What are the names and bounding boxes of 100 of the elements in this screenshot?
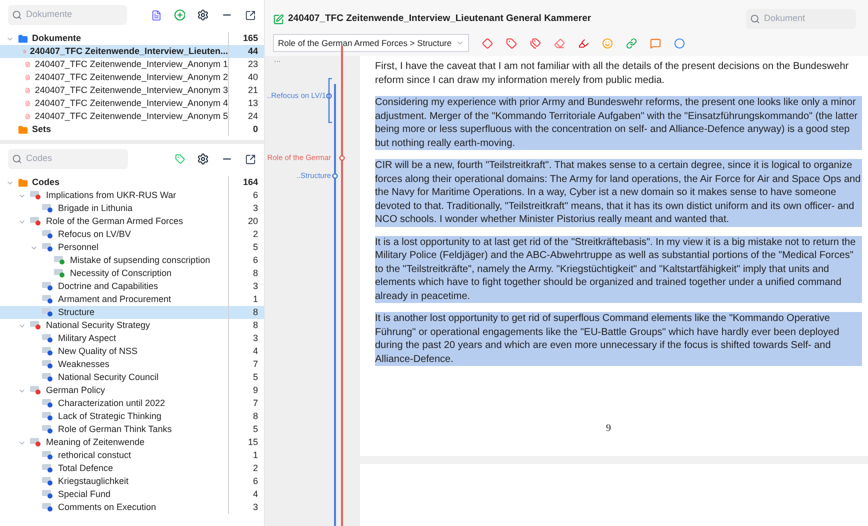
search-input[interactable]: Dokumente	[26, 8, 121, 22]
tree-row[interactable]: Comments on Execution 3	[0, 501, 264, 514]
paragraph: First, I have the caveat that I am not familiar with all the details of the present decisions on the Bundeswehr reform since I can draw my information merely from public media.	[375, 60, 850, 87]
row-count: 2	[228, 462, 264, 476]
row-label: Lack of Strategic Thinking	[58, 410, 162, 423]
tree-row[interactable]: Role of German Think Tanks 5	[0, 423, 264, 436]
tree-row[interactable]: Role of the German Armed Forces 20	[0, 215, 264, 228]
row-count: 5	[228, 422, 264, 436]
tree-row[interactable]: Implications from UKR-RUS War 6	[0, 189, 264, 202]
row-count: 3	[228, 202, 264, 216]
tree-row[interactable]: Special Fund 4	[0, 488, 264, 501]
row-count: 9	[228, 384, 264, 398]
row-count: 21	[228, 84, 264, 98]
row-count: 8	[228, 410, 264, 424]
tree-row[interactable]: 240407_TFC Zeitenwende_Interview_Lieuten... 44	[0, 45, 264, 58]
row-label: Sets	[32, 122, 52, 136]
tree-row[interactable]: Sets 0	[0, 123, 264, 136]
paragraph: It is a lost opportunity to at last get rid of the "Streitkräftebasis". In my view it is a big mistake not to return the Military Police (Feldjäger) and the ABC-Abwehrtruppe as well as substantial portions of the "Medical Forces" to the "Teilstreitkräfte", namely the Army. "Kriegstüchtigkeit" and "Kaltstartfähigkeit" imply that units and elements which have to fight together should be organized and trained together under a unified command already in peacetime.	[375, 236, 862, 303]
row-label: Refocus on LV/BV	[58, 228, 131, 241]
code-selector[interactable]: Role of the German Armed Forces > Structure	[273, 34, 469, 52]
tree-row[interactable]: 240407_TFC Zeitenwende_Interview_Anonym 5 24	[0, 110, 264, 123]
row-label: Characterization until 2022	[58, 396, 166, 410]
row-label: National Security Council	[58, 370, 159, 384]
tree-row[interactable]: National Security Council 5	[0, 371, 264, 384]
tree-row[interactable]: German Policy 9	[0, 384, 264, 397]
tree-row[interactable]: 240407_TFC Zeitenwende_Interview_Anonym 1 23	[0, 58, 264, 71]
row-label: Personnel	[58, 240, 99, 254]
tree-row[interactable]: Codes 164	[0, 176, 264, 189]
row-label: Comments on Execution	[58, 500, 156, 514]
tree-row[interactable]: Necessity of Conscription 8	[0, 267, 264, 280]
search-field[interactable]: Codes	[8, 149, 128, 169]
row-label: Special Fund	[58, 488, 111, 501]
row-count: 6	[228, 254, 264, 268]
search-field[interactable]: Dokumente	[8, 5, 127, 25]
row-label: National Security Strategy	[46, 318, 150, 332]
row-label: 240407_TFC Zeitenwende_Interview_Anonym 1	[34, 58, 228, 71]
row-label: 240407_TFC Zeitenwende_Interview_Anonym 3	[34, 84, 228, 97]
row-label: Role of the German Armed Forces	[46, 214, 184, 228]
tree-row[interactable]: 240407_TFC Zeitenwende_Interview_Anonym 3 21	[0, 84, 264, 97]
tree-row[interactable]: Refocus on LV/BV 2	[0, 228, 264, 241]
row-count: 15	[228, 436, 264, 450]
tree-row[interactable]: rethorical constuct 1	[0, 449, 264, 462]
row-label: Brigade in Lithunia	[58, 202, 133, 215]
tree-row[interactable]: Doctrine and Capabilities 3	[0, 280, 264, 293]
more-label[interactable]: ...	[274, 54, 281, 66]
row-label: rethorical constuct	[58, 448, 132, 462]
row-label: New Quality of NSS	[58, 344, 138, 358]
row-label: 240407_TFC Zeitenwende_Interview_Anonym 4	[34, 96, 228, 110]
row-count: 8	[228, 266, 264, 280]
paragraph: CIR will be a new, fourth "Teilstreitkraft". That makes sense to a certain degree, since it is logical to organize forces along their operational domains: The Army for land operations, the Air Force for Air and Space Ops and the Navy for Maritime Operations. In a way, Cyber ist a new domain so it makes sense to have someone devoted to that. Traditionally, "Teilstreitkraft" means, that it has its own distict uniform and its own officer- and NCO schools. I wonder whether Minister Pistorius really meant and wanted that.	[375, 159, 862, 226]
row-count: 4	[228, 488, 264, 502]
search-input[interactable]: Dokument	[764, 12, 849, 26]
row-count: 1	[228, 448, 264, 462]
tree-row[interactable]: Structure 8	[0, 306, 264, 319]
tree-row[interactable]: 240407_TFC Zeitenwende_Interview_Anonym 4 13	[0, 97, 264, 110]
row-label: Codes	[32, 176, 60, 189]
row-label: Role of German Think Tanks	[58, 422, 172, 436]
tree-row[interactable]: Total Defence 2	[0, 462, 264, 475]
paragraph: Considering my experience with prior Army and Bundeswehr reforms, the present one looks like only a minor adjustment. Merger of the "Kommando Territoriale Aufgaben" with the "Einsatzführungskommando" (the latter being more or less superfluous with the concentration on self- and Alliance-Defence anyway) is a good step but nothing really earth-moving.	[375, 96, 862, 150]
row-label: Armament and Procurement	[58, 292, 172, 306]
tree-row[interactable]: National Security Strategy 8	[0, 319, 264, 332]
row-count: 7	[228, 358, 264, 372]
row-label: Meaning of Zeitenwende	[46, 436, 145, 449]
row-count: 4	[228, 344, 264, 358]
tree-row[interactable]: New Quality of NSS 4	[0, 345, 264, 358]
row-count: 24	[228, 110, 264, 124]
search-input[interactable]: Codes	[26, 152, 121, 166]
row-count: 5	[228, 240, 264, 254]
row-count: 3	[228, 280, 264, 294]
row-label: Total Defence	[58, 462, 114, 475]
row-label: 240407_TFC Zeitenwende_Interview_Anonym 2	[34, 70, 228, 84]
row-count: 23	[228, 58, 264, 72]
tree-row[interactable]: Meaning of Zeitenwende 15	[0, 436, 264, 449]
row-label: Military Aspect	[58, 332, 116, 345]
tree-row[interactable]: Military Aspect 3	[0, 332, 264, 345]
tree-row[interactable]: 240407_TFC Zeitenwende_Interview_Anonym 2 40	[0, 71, 264, 84]
row-label: 240407_TFC Zeitenwende_Interview_Anonym 5	[34, 110, 228, 123]
row-label: Weaknesses	[58, 358, 110, 371]
tree-row[interactable]: Kriegstauglichkeit 6	[0, 475, 264, 488]
row-count: 8	[228, 306, 264, 320]
row-count: 20	[228, 214, 264, 228]
tree-row[interactable]: Lack of Strategic Thinking 8	[0, 410, 264, 423]
row-count: 2	[228, 228, 264, 242]
row-label: Kriegstauglichkeit	[58, 474, 129, 488]
row-label: Dokumente	[32, 32, 82, 45]
document-title: 240407_TFC Zeitenwende_Interview_Lieutenant General Kammerer	[288, 12, 592, 26]
row-label: German Policy	[46, 384, 106, 397]
tree-row[interactable]: Brigade in Lithunia 3	[0, 202, 264, 215]
search-field[interactable]: Dokument	[746, 9, 856, 29]
tree-row[interactable]: Personnel 5	[0, 241, 264, 254]
tree-row[interactable]: Mistake of supsending conscription 6	[0, 254, 264, 267]
row-label: Structure	[58, 306, 95, 319]
row-count: 164	[228, 176, 264, 190]
tree-row[interactable]: Weaknesses 7	[0, 358, 264, 371]
row-count: 3	[228, 500, 264, 514]
tree-row[interactable]: Characterization until 2022 7	[0, 397, 264, 410]
page-number: 9	[606, 422, 611, 436]
row-count: 44	[228, 44, 264, 58]
row-count: 40	[228, 70, 264, 84]
row-count: 0	[228, 122, 264, 136]
